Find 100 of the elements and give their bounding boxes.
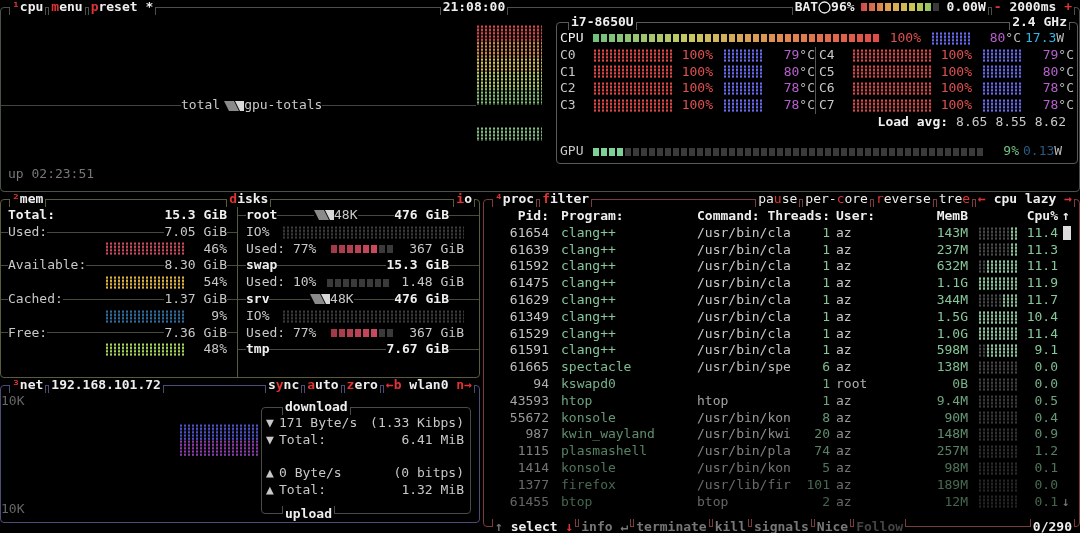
gpu-label: GPU — [560, 143, 585, 160]
action-button[interactable]: Nice — [813, 518, 852, 533]
used-label: Used: 77% — [246, 324, 317, 342]
cpu-cell-text: 11.4 — [1025, 224, 1058, 242]
memory-cell-text: 257M — [935, 443, 968, 460]
cpu-power: 17.3W — [1025, 30, 1065, 47]
temperature-graph — [723, 82, 763, 96]
pid-cell-text: 1115 — [516, 443, 549, 460]
interface-selector[interactable]: ←b wlan0 n→ — [382, 378, 475, 394]
graph-option[interactable]: auto — [304, 378, 342, 394]
memory-cell-text: 148M — [935, 426, 968, 444]
temperature-graph — [982, 65, 1022, 79]
upload-arrow: ▲ — [266, 465, 275, 483]
scrollbar-thumb[interactable] — [1063, 226, 1071, 241]
threads-cell-text: 101 — [805, 476, 830, 494]
action-button[interactable]: signals — [751, 518, 812, 533]
memory-percent: 48% — [202, 341, 227, 359]
threads-cell-text: 8 — [821, 409, 830, 427]
core-temperature: 78°C — [1041, 80, 1074, 98]
gpu-power: 0.13W — [1023, 143, 1063, 160]
filter-tab[interactable]: filter — [539, 192, 593, 208]
command-cell-text: htop — [697, 392, 730, 410]
threads-cell-text: 74 — [813, 443, 830, 460]
core-percent: 100% — [939, 63, 972, 81]
user-cell-text: az — [835, 224, 853, 242]
program-cell-text: kwin_wayland — [560, 426, 656, 444]
core-temperature: 79°C — [782, 46, 815, 64]
command-cell-text: /usr/bin/cla — [697, 308, 792, 326]
uptime: up 02:23:51 — [8, 166, 95, 183]
memory-cell-text: 598M — [935, 342, 968, 360]
scroll-down-arrow[interactable]: ↓ — [1062, 493, 1070, 511]
command-cell-text: /usr/bin/cla — [697, 224, 792, 242]
used-value: 1.48 GiB — [401, 274, 464, 291]
sort-selector[interactable]: ← cpu lazy → — [975, 192, 1075, 208]
threads-cell-text: 20 — [813, 426, 830, 444]
pid-cell-text: 61591 — [508, 342, 549, 360]
download-arrow: ▼ — [266, 431, 275, 449]
cpu-cell-text: 0.0 — [1033, 476, 1058, 494]
program-cell-text: clang++ — [560, 342, 617, 360]
io-label: IO% — [246, 223, 270, 241]
cpu-cell-text: 11.9 — [1025, 275, 1058, 292]
load-value: 8.62 — [1034, 114, 1066, 131]
core-label: C0 — [560, 46, 577, 64]
action-button[interactable]: kill — [711, 518, 749, 533]
program-cell-text: clang++ — [560, 224, 617, 242]
core-label: C4 — [819, 46, 836, 64]
user-cell-text: az — [835, 409, 853, 427]
panel-tab[interactable]: ⁴proc — [492, 192, 538, 208]
clock: 21:08:00 — [439, 0, 509, 16]
temperature-graph — [982, 99, 1022, 113]
triangles-icon — [314, 209, 334, 222]
io-label: IO% — [246, 307, 270, 325]
core-label: C2 — [560, 80, 577, 98]
panel-tab[interactable]: disks — [226, 192, 272, 208]
pid-cell-text: 1377 — [516, 476, 549, 494]
core-temperature: 79°C — [1041, 46, 1074, 64]
program-cell-text: htop — [560, 392, 594, 410]
column-header: Pid: — [516, 208, 549, 225]
threads-cell-text: 1 — [821, 325, 830, 343]
command-cell-text: /usr/bin/spe — [697, 359, 792, 376]
user-cell-text: az — [835, 426, 853, 444]
program-cell-text: kswapd0 — [560, 375, 617, 393]
total-label: Total: — [279, 431, 326, 449]
upload-arrow: ▲ — [266, 482, 275, 499]
menu-tab[interactable]: preset * — [87, 0, 157, 16]
pid-cell-text: 43593 — [508, 392, 549, 410]
panel-tab[interactable]: ²mem — [9, 192, 47, 208]
user-cell-text: root — [835, 375, 869, 393]
user-cell-text: az — [835, 325, 853, 343]
download-rate: 171 Byte/s — [279, 415, 358, 432]
used-label: Used: 10% — [246, 274, 317, 291]
pid-cell-text: 1414 — [516, 459, 549, 477]
cpu-label: CPU — [560, 30, 585, 47]
cpu-cell-text: 0.9 — [1033, 426, 1058, 444]
program-cell-text: firefox — [560, 476, 617, 494]
panel-tab[interactable]: ¹ cpu — [9, 0, 47, 16]
used-value: 367 GiB — [409, 240, 464, 258]
action-button[interactable]: terminate — [633, 518, 710, 533]
user-cell-text: az — [835, 443, 853, 460]
action-button[interactable]: info ↵ — [578, 518, 632, 533]
power-reading: 0.00W — [946, 0, 986, 16]
cpu-cell-text: 11.7 — [1025, 292, 1058, 309]
panel-tab[interactable]: ³net — [9, 378, 47, 394]
memory-cell-text: 0B — [951, 375, 968, 393]
memory-percent: 46% — [202, 240, 227, 258]
panel-tab[interactable]: io — [453, 192, 475, 208]
scroll-up-arrow[interactable]: ↑ — [1062, 208, 1070, 225]
select-control[interactable]: ↑ select ↓ — [492, 518, 577, 533]
threads-cell-text: 1 — [821, 342, 830, 360]
cpu-cell-text: 0.1 — [1033, 493, 1058, 511]
download-arrow: ▼ — [266, 415, 275, 432]
core-temperature: 78°C — [782, 97, 815, 114]
temperature-graph — [723, 65, 763, 79]
interval-control[interactable]: - 2000ms + — [990, 0, 1075, 16]
cpu-cell-text: 1.2 — [1033, 443, 1058, 460]
temperature-graph — [982, 48, 1022, 62]
user-cell-text: az — [835, 258, 853, 276]
toggle-tab[interactable]: tree — [935, 192, 974, 208]
used-label: Used: 77% — [246, 240, 317, 258]
cpu-cell-text: 11.3 — [1025, 241, 1058, 259]
